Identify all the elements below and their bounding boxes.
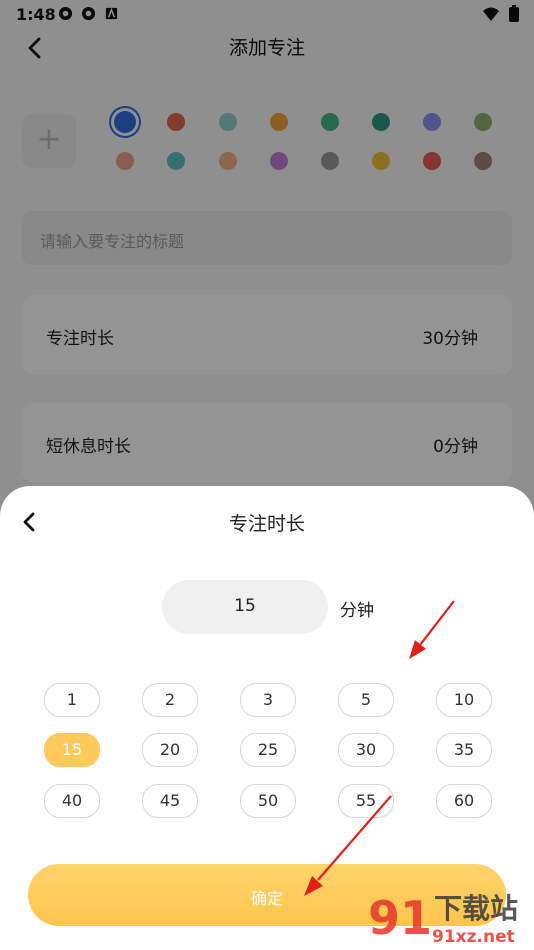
- annotation-arrow-line: [419, 600, 455, 646]
- watermark-brand: 下载站: [434, 892, 518, 925]
- annotation-arrow-line: [317, 795, 392, 881]
- watermark-url: 91xz.net: [432, 927, 515, 947]
- watermark-number: 91: [368, 891, 432, 945]
- annotation-arrows: [304, 600, 455, 896]
- site-watermark: 91 下载站 91xz.net: [368, 891, 518, 947]
- annotation-arrow-head: [409, 640, 426, 659]
